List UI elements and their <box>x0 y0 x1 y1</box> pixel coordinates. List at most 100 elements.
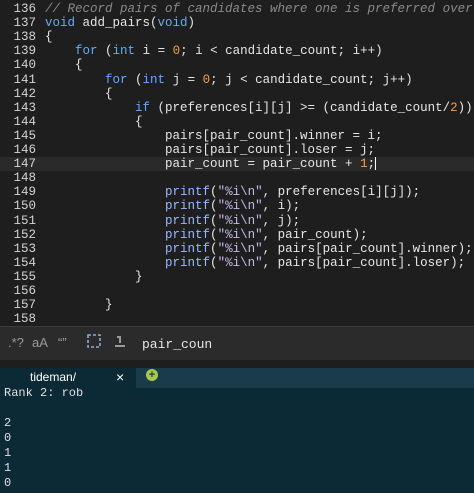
find-bar: .*? aA “” <box>0 326 474 361</box>
code-line[interactable]: 137 void add_pairs(void) <box>0 16 474 30</box>
code-token: "%i\n" <box>217 199 263 214</box>
code-line[interactable]: 150 printf("%i\n", i); <box>0 199 474 213</box>
line-number: 153 <box>13 241 36 256</box>
code-line[interactable]: 157 } <box>0 298 474 312</box>
code-line[interactable]: 141 for (int j = 0; j < candidate_count;… <box>0 73 474 87</box>
line-number: 144 <box>13 114 36 129</box>
code-token: // Record pairs of candidates where one … <box>45 2 473 16</box>
code-line[interactable]: 143 if (preferences[i][j] >= (candidate_… <box>0 101 474 115</box>
code-line[interactable]: 145 pairs[pair_count].winner = i; <box>0 129 474 143</box>
code-token: , pairs[pair_count].loser); <box>262 255 466 270</box>
code-line[interactable]: 142 { <box>0 87 474 101</box>
terminal-tab[interactable]: tideman/ × <box>0 368 136 390</box>
code-line[interactable]: 149 printf("%i\n", preferences[i][j]); <box>0 185 474 199</box>
code-token: ( <box>210 213 218 228</box>
code-token: i = <box>135 44 173 59</box>
line-number: 154 <box>13 255 36 270</box>
code-line[interactable]: 144 { <box>0 115 474 129</box>
code-token: ) <box>187 16 196 31</box>
line-number: 157 <box>13 298 36 313</box>
code-token: j = <box>165 72 203 87</box>
code-token: ( <box>210 227 218 242</box>
code-editor[interactable]: 136 // Record pairs of candidates where o… <box>0 0 474 326</box>
code-token: 1 <box>360 157 368 172</box>
add-terminal-button[interactable]: + <box>146 369 158 381</box>
code-token: , preferences[i][j]); <box>262 185 421 200</box>
panel-divider <box>0 360 474 368</box>
terminal-line: 0 <box>4 476 12 490</box>
code-token: , pair_count); <box>262 227 368 242</box>
code-token: printf <box>165 227 211 242</box>
code-token: ; i < candidate_count; i++) <box>180 44 383 59</box>
code-line[interactable]: 153 printf("%i\n", pairs[pair_count].win… <box>0 242 474 256</box>
code-text: } <box>45 298 113 312</box>
line-number: 151 <box>13 213 36 228</box>
terminal-line: 1 <box>4 461 12 475</box>
terminal-output[interactable]: Rank 2: rob201100 <box>0 388 474 493</box>
code-text: void add_pairs(void) <box>45 16 195 30</box>
code-line[interactable]: 151 printf("%i\n", j); <box>0 214 474 228</box>
code-token: int <box>142 72 166 87</box>
code-token: int <box>112 44 136 59</box>
code-line[interactable]: 154 printf("%i\n", pairs[pair_count].los… <box>0 256 474 270</box>
regex-toggle-button[interactable]: .*? <box>8 335 24 350</box>
selection-icon[interactable] <box>86 333 102 352</box>
line-number: 143 <box>13 100 36 115</box>
code-text: printf("%i\n", i); <box>45 199 300 213</box>
code-line[interactable]: 136 // Record pairs of candidates where o… <box>0 2 474 16</box>
code-token: printf <box>165 185 211 200</box>
code-token: ; j < candidate_count; j++) <box>210 72 413 87</box>
code-line[interactable]: 152 printf("%i\n", pair_count); <box>0 228 474 242</box>
line-number: 139 <box>13 44 36 59</box>
code-text: } <box>45 270 143 284</box>
code-text: pairs[pair_count].loser = j; <box>45 143 375 157</box>
terminal-line: 1 <box>4 446 12 460</box>
code-line[interactable]: 139 for (int i = 0; i < candidate_count;… <box>0 44 474 58</box>
code-token: )) <box>457 100 473 115</box>
code-line[interactable]: 140 { <box>0 58 474 72</box>
text-cursor <box>375 157 377 171</box>
find-input[interactable] <box>136 333 474 355</box>
line-number: 146 <box>13 143 36 157</box>
code-text: if (preferences[i][j] >= (candidate_coun… <box>45 101 473 115</box>
line-number: 156 <box>13 284 36 298</box>
code-token: } <box>45 269 143 284</box>
whole-word-toggle-button[interactable]: “” <box>58 335 67 350</box>
highlight-icon[interactable] <box>112 333 128 352</box>
code-token: "%i\n" <box>217 241 263 256</box>
code-line[interactable]: 155 } <box>0 270 474 284</box>
line-number: 145 <box>13 128 36 143</box>
close-icon[interactable]: × <box>116 369 124 385</box>
code-text: { <box>45 58 83 72</box>
code-token: void <box>45 16 83 31</box>
code-token: "%i\n" <box>217 185 263 200</box>
code-text: printf("%i\n", pairs[pair_count].loser); <box>45 256 465 270</box>
code-line[interactable]: 158 <box>0 312 474 326</box>
code-line[interactable]: 156 <box>0 284 474 298</box>
code-line[interactable]: 147 pair_count = pair_count + 1; <box>0 157 474 172</box>
terminal-line: 0 <box>4 431 12 445</box>
case-sensitive-toggle-button[interactable]: aA <box>32 335 48 350</box>
line-number: 138 <box>13 30 36 45</box>
code-line[interactable]: 146 pairs[pair_count].loser = j; <box>0 143 474 157</box>
code-line[interactable]: 148 <box>0 171 474 185</box>
code-token: void <box>157 16 188 31</box>
code-text: printf("%i\n", j); <box>45 214 300 228</box>
terminal-line: 2 <box>4 416 12 430</box>
code-token: ( <box>127 72 143 87</box>
code-token: pair_count = pair_count + <box>45 157 361 172</box>
line-number: 142 <box>13 86 36 101</box>
code-token: for <box>75 44 98 59</box>
code-token: printf <box>165 199 211 214</box>
terminal-tab-bar: tideman/ × + <box>0 368 474 390</box>
code-line[interactable]: 138 { <box>0 30 474 44</box>
code-text: { <box>45 115 143 129</box>
